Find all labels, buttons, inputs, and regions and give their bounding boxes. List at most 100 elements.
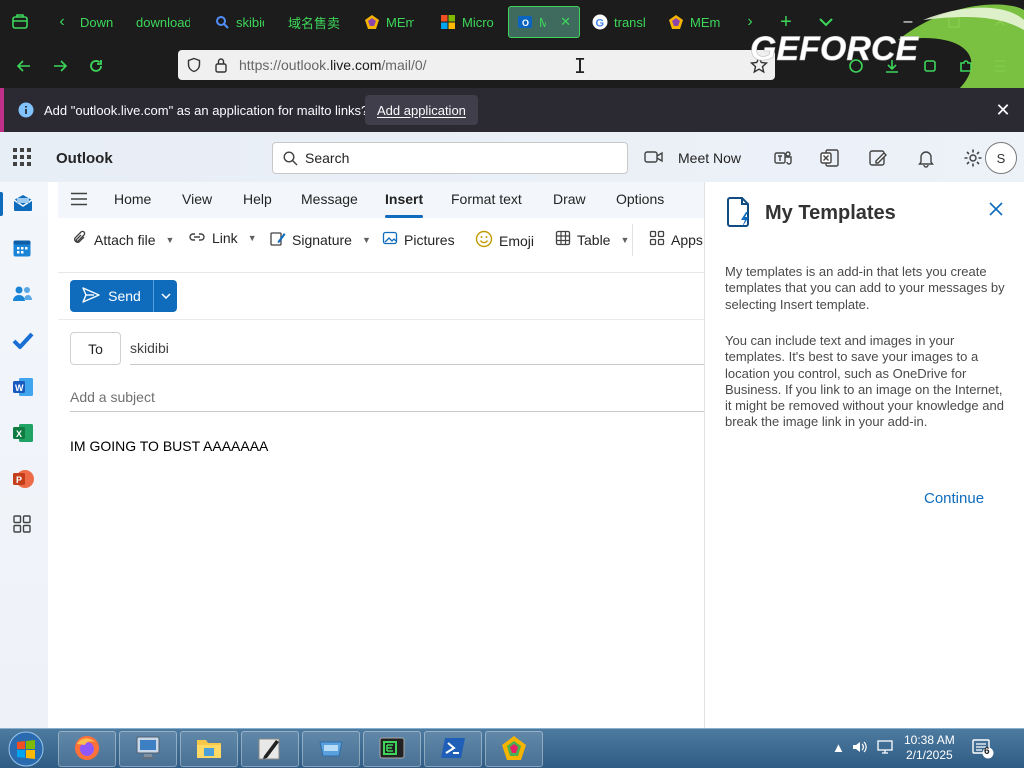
table-button[interactable]: Table ▼	[555, 230, 629, 249]
clock[interactable]: 10:38 AM 2/1/2025	[904, 733, 955, 763]
excel-online-icon[interactable]	[820, 148, 840, 168]
mail-icon[interactable]	[12, 192, 36, 216]
extension-icon[interactable]	[844, 54, 868, 78]
send-options-chevron-icon[interactable]	[153, 280, 177, 312]
network-icon[interactable]	[876, 739, 894, 758]
calendar-icon[interactable]	[12, 238, 36, 262]
close-tab-icon[interactable]: ✕	[560, 14, 571, 30]
lock-icon[interactable]	[214, 57, 228, 76]
action-center-icon[interactable]: 6	[972, 738, 994, 763]
tab-help[interactable]: Help	[243, 191, 272, 207]
signature-button[interactable]: Signature ▼	[270, 230, 371, 249]
pane-description-2: You can include text and images in your …	[725, 333, 1004, 430]
to-button[interactable]: To	[70, 332, 121, 365]
taskbar-control-panel[interactable]	[119, 731, 177, 767]
link-button[interactable]: Link ▼	[188, 230, 257, 246]
download-icon[interactable]	[880, 54, 904, 78]
emoji-button[interactable]: Emoji	[475, 230, 534, 251]
close-window-icon[interactable]: ✕	[988, 10, 1012, 34]
app-launcher-icon[interactable]	[12, 147, 34, 169]
chevron-down-icon[interactable]: ▼	[248, 233, 257, 243]
forward-icon[interactable]	[48, 54, 72, 78]
menu-hamburger-icon[interactable]	[988, 54, 1012, 78]
tab-draw[interactable]: Draw	[553, 191, 586, 207]
attach-file-button[interactable]: Attach file ▼	[72, 230, 174, 249]
send-button[interactable]: Send	[70, 280, 153, 312]
reload-icon[interactable]	[84, 54, 108, 78]
browser-tab[interactable]: G transl	[584, 6, 656, 38]
taskbar-file-explorer[interactable]	[180, 731, 238, 767]
tab-insert[interactable]: Insert	[385, 191, 424, 218]
tab-options[interactable]: Options	[616, 191, 664, 207]
tab-format-text[interactable]: Format text	[451, 191, 522, 207]
close-notification-icon[interactable]: ✕	[992, 99, 1014, 121]
browser-tab[interactable]: Down	[72, 6, 124, 38]
settings-gear-icon[interactable]	[963, 148, 983, 168]
people-icon[interactable]	[12, 284, 36, 308]
browser-tab-label: MEm	[386, 14, 414, 30]
more-apps-icon[interactable]	[12, 514, 36, 538]
taskbar-firefox[interactable]	[58, 731, 116, 767]
browser-tab[interactable]: MEm	[660, 6, 728, 38]
folder-icon	[195, 736, 223, 763]
browser-tab[interactable]: 域名售卖	[280, 6, 350, 38]
taskbar-memu[interactable]	[485, 731, 543, 767]
memu-icon	[668, 14, 684, 30]
avatar[interactable]: S	[985, 142, 1017, 174]
extension-icon[interactable]	[918, 54, 942, 78]
tab-scroll-left-icon[interactable]: ‹	[50, 10, 74, 34]
video-camera-icon[interactable]	[644, 149, 664, 169]
shield-icon[interactable]	[186, 57, 202, 76]
url-text[interactable]: https://outlook.live.com/mail/0/	[239, 57, 427, 73]
browser-tab-active[interactable]: O M ✕	[508, 6, 580, 38]
pictures-button[interactable]: Pictures	[382, 230, 455, 249]
notifications-bell-icon[interactable]	[916, 148, 936, 168]
tab-overview-icon[interactable]	[8, 10, 32, 34]
word-icon[interactable]: W	[12, 376, 36, 400]
notes-icon[interactable]	[868, 148, 888, 168]
maximize-icon[interactable]	[942, 10, 966, 34]
close-pane-icon[interactable]	[989, 202, 1007, 220]
apps-button[interactable]: Apps	[649, 230, 703, 249]
subject-field[interactable]: Add a subject	[70, 389, 155, 405]
add-application-button[interactable]: Add application	[365, 95, 478, 125]
tab-list-chevron-icon[interactable]	[814, 10, 838, 34]
bookmark-star-icon[interactable]	[749, 55, 769, 77]
new-tab-icon[interactable]: +	[774, 10, 798, 34]
browser-tab[interactable]: download	[128, 6, 198, 38]
taskbar-pen-app[interactable]	[241, 731, 299, 767]
teams-icon[interactable]	[773, 148, 793, 168]
powerpoint-icon[interactable]: P	[12, 468, 36, 492]
extensions-puzzle-icon[interactable]	[954, 54, 978, 78]
browser-tab[interactable]: Micro	[432, 6, 504, 38]
show-hidden-icons-icon[interactable]: ▲	[832, 740, 845, 755]
tab-home[interactable]: Home	[114, 191, 151, 207]
browser-tab[interactable]: skibid	[206, 6, 272, 38]
chevron-down-icon[interactable]: ▼	[165, 235, 174, 245]
browser-tab[interactable]: MEm	[356, 6, 422, 38]
tab-view[interactable]: View	[182, 191, 212, 207]
url-bar[interactable]: https://outlook.live.com/mail/0/ I	[178, 50, 775, 80]
message-body[interactable]: IM GOING TO BUST AAAAAAA	[70, 438, 268, 454]
taskbar-powershell[interactable]	[424, 731, 482, 767]
speaker-icon[interactable]	[851, 739, 869, 758]
tab-scroll-right-icon[interactable]: ›	[738, 10, 762, 34]
taskbar-terminal[interactable]	[363, 731, 421, 767]
ribbon-collapse-hamburger-icon[interactable]	[70, 192, 88, 209]
back-icon[interactable]	[12, 54, 36, 78]
search-box[interactable]: Search	[272, 142, 628, 174]
minimize-icon[interactable]: –	[896, 10, 920, 34]
memu-icon	[364, 14, 380, 30]
outlook-brand[interactable]: Outlook	[56, 150, 113, 167]
excel-icon[interactable]: X	[12, 422, 36, 446]
tab-message[interactable]: Message	[301, 191, 358, 207]
to-recipient-field[interactable]: skidibi	[130, 340, 169, 356]
taskbar-hardware-app[interactable]	[302, 731, 360, 767]
todo-check-icon[interactable]	[12, 330, 36, 354]
meet-now-button[interactable]: Meet Now	[678, 150, 741, 166]
chevron-down-icon[interactable]: ▼	[362, 235, 371, 245]
start-button[interactable]	[6, 730, 46, 768]
continue-button[interactable]: Continue	[924, 490, 984, 507]
rail-selection-indicator	[0, 192, 3, 216]
chevron-down-icon[interactable]: ▼	[620, 235, 629, 245]
